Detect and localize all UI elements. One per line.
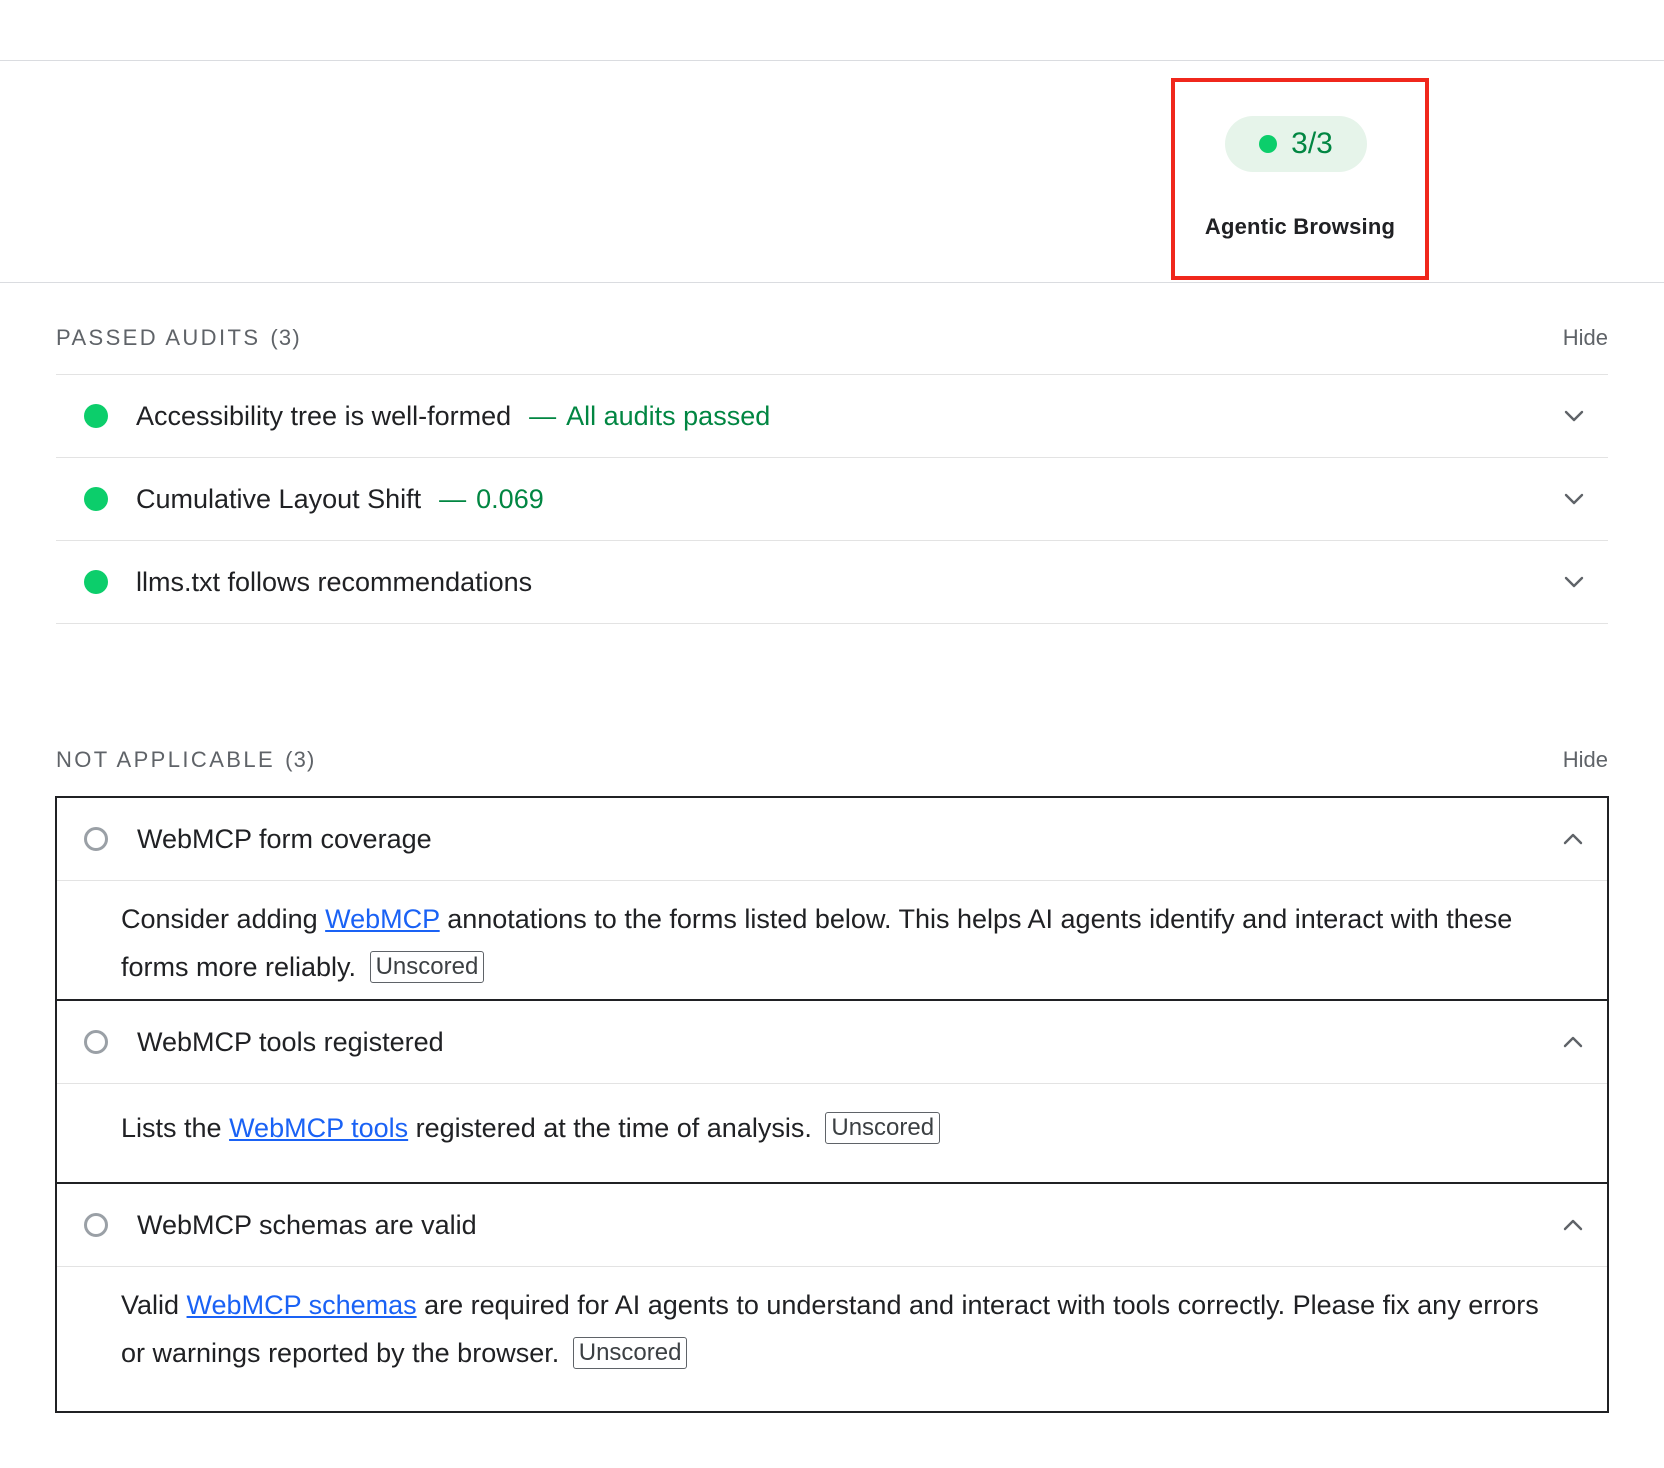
description-text: Consider adding bbox=[121, 904, 326, 934]
audit-title: WebMCP form coverage bbox=[137, 823, 432, 854]
category-score-gauge[interactable]: 3/3 Agentic Browsing bbox=[1171, 78, 1429, 280]
audit-row-llms-txt[interactable]: llms.txt follows recommendations bbox=[56, 541, 1608, 624]
pass-dot-icon bbox=[84, 570, 108, 594]
audit-title-text: Cumulative Layout Shift bbox=[136, 483, 422, 514]
score-value: 3/3 bbox=[1291, 127, 1333, 160]
audit-title: WebMCP schemas are valid bbox=[137, 1209, 477, 1240]
not-applicable-header: NOT APPLICABLE (3) Hide bbox=[56, 740, 1608, 780]
audit-title-text: llms.txt follows recommendations bbox=[136, 566, 533, 597]
pass-dot-icon bbox=[84, 404, 108, 428]
group-title-text: PASSED AUDITS bbox=[56, 325, 261, 350]
audit-row-webmcp-schemas-valid[interactable]: WebMCP schemas are valid bbox=[57, 1184, 1607, 1267]
category-label: Agentic Browsing bbox=[1204, 214, 1396, 239]
not-applicable-list: WebMCP form coverage Consider adding Web… bbox=[55, 796, 1609, 1413]
top-divider bbox=[0, 60, 1664, 61]
group-title-text: NOT APPLICABLE bbox=[56, 747, 276, 772]
chevron-down-icon[interactable] bbox=[1562, 404, 1586, 428]
header-divider bbox=[0, 282, 1664, 283]
group-count: (3) bbox=[285, 747, 316, 772]
pass-dot-icon bbox=[84, 487, 108, 511]
audit-item-webmcp-form-coverage: WebMCP form coverage Consider adding Web… bbox=[57, 798, 1607, 1001]
audit-row-webmcp-tools-registered[interactable]: WebMCP tools registered bbox=[57, 1001, 1607, 1084]
passed-audits-title: PASSED AUDITS (3) bbox=[56, 325, 301, 351]
audit-description: Consider adding WebMCP annotations to th… bbox=[57, 881, 1607, 999]
webmcp-link[interactable]: WebMCP bbox=[325, 904, 440, 934]
audit-display-value: 0.069 bbox=[476, 483, 544, 514]
audit-description: Lists the WebMCP tools registered at the… bbox=[57, 1084, 1607, 1182]
audit-item-webmcp-schemas-valid: WebMCP schemas are valid Valid WebMCP sc… bbox=[57, 1184, 1607, 1411]
chevron-down-icon[interactable] bbox=[1562, 570, 1586, 594]
description-text: registered at the time of analysis. bbox=[408, 1113, 812, 1143]
audit-row-webmcp-form-coverage[interactable]: WebMCP form coverage bbox=[57, 798, 1607, 881]
audit-title: WebMCP tools registered bbox=[137, 1026, 444, 1057]
not-applicable-title: NOT APPLICABLE (3) bbox=[56, 747, 316, 773]
description-text: Lists the bbox=[121, 1113, 230, 1143]
chevron-up-icon[interactable] bbox=[1561, 1030, 1585, 1054]
pass-dot-icon bbox=[1259, 135, 1278, 153]
audit-title: Accessibility tree is well-formed — All au… bbox=[136, 401, 770, 432]
description-text: Valid bbox=[121, 1290, 187, 1320]
unscored-badge: Unscored bbox=[825, 1112, 941, 1144]
unscored-badge: Unscored bbox=[572, 1337, 688, 1369]
audit-item-webmcp-tools-registered: WebMCP tools registered Lists the WebMCP… bbox=[57, 1001, 1607, 1184]
chevron-down-icon[interactable] bbox=[1562, 487, 1586, 511]
audit-display-value: All audits passed bbox=[566, 400, 771, 431]
group-count: (3) bbox=[270, 325, 301, 350]
audit-row-accessibility-tree[interactable]: Accessibility tree is well-formed — All au… bbox=[56, 375, 1608, 458]
hide-not-applicable-toggle[interactable]: Hide bbox=[1563, 747, 1608, 773]
audit-separator: — bbox=[529, 400, 557, 431]
chevron-up-icon[interactable] bbox=[1561, 827, 1585, 851]
not-applicable-circle-icon bbox=[84, 1030, 108, 1054]
not-applicable-circle-icon bbox=[84, 1213, 108, 1237]
not-applicable-circle-icon bbox=[84, 827, 108, 851]
audit-title: llms.txt follows recommendations bbox=[136, 567, 532, 598]
chevron-up-icon[interactable] bbox=[1561, 1213, 1585, 1237]
audit-description: Valid WebMCP schemas are required for AI… bbox=[57, 1267, 1607, 1411]
passed-audits-header: PASSED AUDITS (3) Hide bbox=[56, 318, 1608, 358]
audit-separator: — bbox=[439, 483, 467, 514]
audit-row-cumulative-layout-shift[interactable]: Cumulative Layout Shift — 0.069 bbox=[56, 458, 1608, 541]
audit-title-text: Accessibility tree is well-formed bbox=[136, 400, 512, 431]
passed-audits-list: Accessibility tree is well-formed — All au… bbox=[56, 374, 1608, 624]
hide-passed-toggle[interactable]: Hide bbox=[1563, 325, 1608, 351]
score-pill: 3/3 bbox=[1225, 116, 1367, 172]
webmcp-tools-link[interactable]: WebMCP tools bbox=[229, 1113, 408, 1143]
audit-title: Cumulative Layout Shift — 0.069 bbox=[136, 484, 544, 515]
webmcp-schemas-link[interactable]: WebMCP schemas bbox=[187, 1290, 417, 1320]
unscored-badge: Unscored bbox=[369, 951, 485, 983]
